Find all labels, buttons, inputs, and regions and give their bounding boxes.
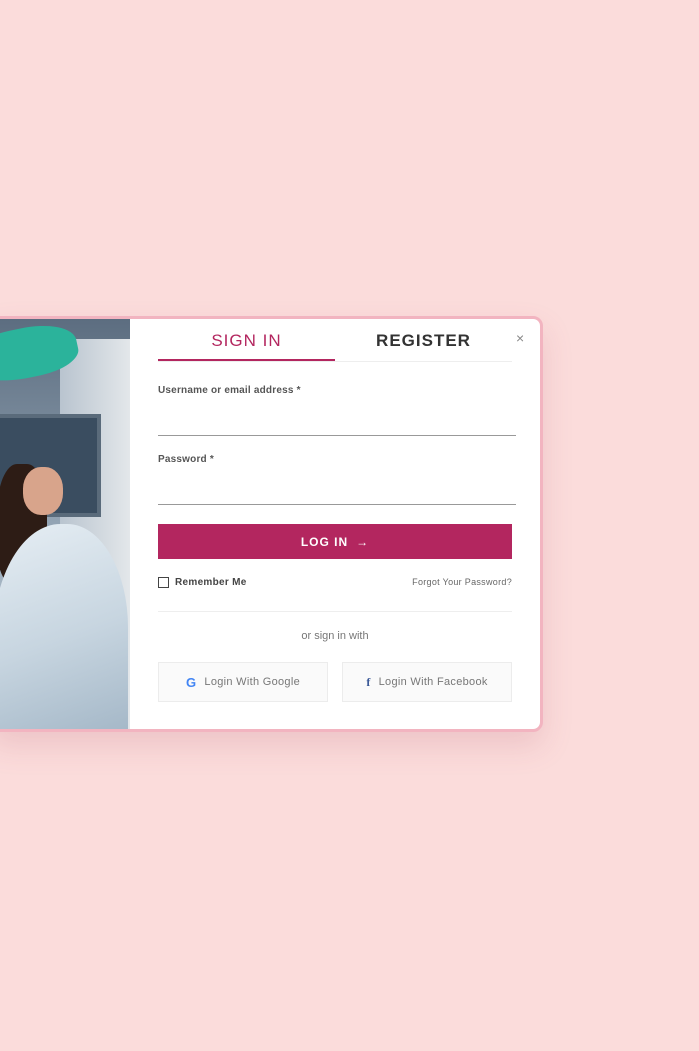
log-in-label: LOG IN	[300, 534, 349, 549]
auth-tabs: SIGN IN REGISTER	[158, 331, 512, 362]
remember-me: Remember Me	[158, 577, 247, 588]
google-button-label: Login With Google	[204, 676, 301, 688]
facebook-button-label: Login With Facebook	[378, 676, 488, 688]
login-modal: × SIGN IN REGISTER Username or email add…	[0, 316, 543, 732]
arrow-right-icon: →	[356, 534, 370, 549]
username-label: Username or email address *	[158, 385, 301, 396]
login-with-facebook-button[interactable]: f Login With Facebook	[342, 662, 512, 702]
google-icon: G	[185, 674, 197, 690]
tab-register[interactable]: REGISTER	[335, 331, 512, 359]
remember-me-label[interactable]: Remember Me	[175, 577, 247, 588]
login-with-google-button[interactable]: G Login With Google	[158, 662, 328, 702]
login-form: SIGN IN REGISTER Username or email addre…	[158, 319, 516, 729]
close-icon[interactable]: ×	[516, 331, 524, 345]
facebook-icon: f	[366, 674, 371, 689]
fashion-photo	[0, 319, 130, 729]
log-in-button[interactable]: LOG IN →	[158, 524, 512, 559]
username-field[interactable]	[158, 407, 516, 436]
tab-sign-in[interactable]: SIGN IN	[158, 331, 335, 361]
password-label: Password *	[158, 454, 214, 465]
password-field[interactable]	[158, 476, 516, 505]
photo-dress	[0, 524, 128, 729]
or-sign-in-with-text: or sign in with	[301, 630, 369, 642]
divider	[158, 611, 512, 612]
photo-face	[23, 467, 63, 515]
forgot-password-link[interactable]: Forgot Your Password?	[412, 577, 512, 587]
remember-me-checkbox[interactable]	[158, 577, 169, 588]
